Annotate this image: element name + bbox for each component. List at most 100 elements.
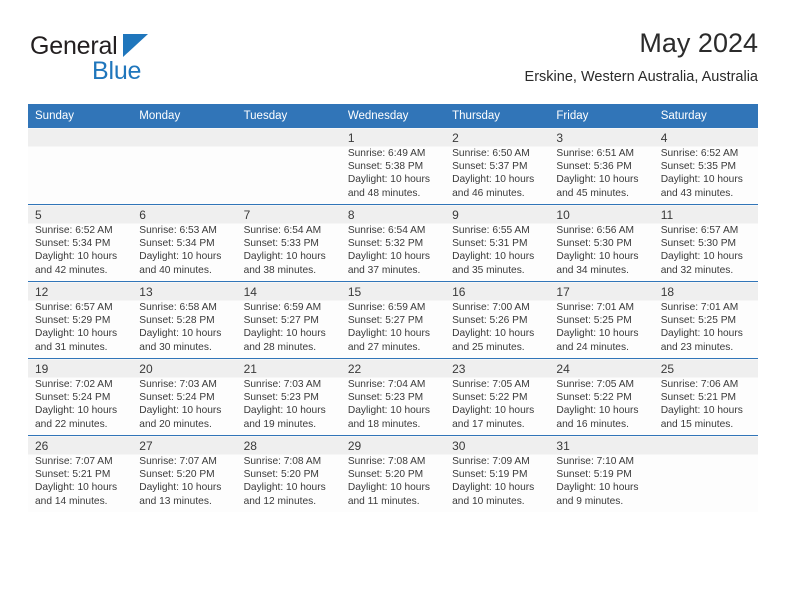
calendar-day-cell[interactable]: 7 Sunrise: 6:54 AM Sunset: 5:33 PM Daylight… <box>236 204 341 282</box>
day-sunrise-text: Sunrise: 6:55 AM <box>452 225 530 236</box>
calendar-day-cell[interactable]: 17 Sunrise: 7:01 AM Sunset: 5:25 PM Dayligh… <box>549 281 654 359</box>
location-subtitle: Erskine, Western Australia, Australia <box>524 69 758 85</box>
day-daylight2-text: and 11 minutes. <box>347 495 420 507</box>
day-daylight1-text: Daylight: 10 hours <box>556 328 639 340</box>
day-sunset-text: Sunset: 5:22 PM <box>556 392 632 404</box>
day-daylight1-text: Daylight: 10 hours <box>556 174 639 186</box>
calendar-day-cell[interactable]: 26 Sunrise: 7:07 AM Sunset: 5:21 PM Dayligh… <box>28 435 133 512</box>
day-number: 30 <box>452 439 466 453</box>
calendar-day-cell[interactable]: 15 Sunrise: 6:59 AM Sunset: 5:27 PM Dayligh… <box>340 281 446 359</box>
day-daylight2-text: and 19 minutes. <box>243 418 317 430</box>
brand-logo[interactable]: General Blue <box>30 32 210 94</box>
calendar-day-cell[interactable]: 30 Sunrise: 7:09 AM Sunset: 5:19 PM Dayligh… <box>445 435 550 512</box>
day-sunrise-text: Sunrise: 6:49 AM <box>347 148 426 159</box>
calendar-day-cell[interactable]: 4 Sunrise: 6:52 AM Sunset: 5:35 PM Daylight… <box>653 127 758 205</box>
day-sunrise-text: Sunrise: 6:52 AM <box>660 148 739 159</box>
day-sun-info: Sunrise: 6:59 AM Sunset: 5:27 PM Daylight:… <box>237 300 341 354</box>
calendar-day-cell-empty <box>653 435 758 512</box>
brand-name-general: General <box>30 32 118 60</box>
day-sunset-text: Sunset: 5:21 PM <box>35 469 111 481</box>
calendar-day-cell[interactable]: 24 Sunrise: 7:05 AM Sunset: 5:22 PM Dayligh… <box>549 358 654 436</box>
day-sun-info: Sunrise: 6:57 AM Sunset: 5:29 PM Daylight:… <box>28 300 132 354</box>
day-sunrise-text: Sunrise: 6:53 AM <box>139 225 217 236</box>
day-daylight1-text: Daylight: 10 hours <box>35 482 118 494</box>
day-daylight1-text: Daylight: 10 hours <box>452 251 535 263</box>
calendar-day-cell[interactable]: 13 Sunrise: 6:58 AM Sunset: 5:28 PM Dayligh… <box>132 281 237 359</box>
day-sun-info: Sunrise: 6:58 AM Sunset: 5:28 PM Daylight:… <box>132 300 236 354</box>
calendar-day-cell[interactable]: 27 Sunrise: 7:07 AM Sunset: 5:20 PM Dayligh… <box>132 435 237 512</box>
calendar-day-cell[interactable]: 18 Sunrise: 7:01 AM Sunset: 5:25 PM Dayligh… <box>653 281 758 359</box>
calendar-day-cell[interactable]: 16 Sunrise: 7:00 AM Sunset: 5:26 PM Dayligh… <box>445 281 550 359</box>
day-sunset-text: Sunset: 5:33 PM <box>243 238 319 250</box>
calendar-day-cell[interactable]: 5 Sunrise: 6:52 AM Sunset: 5:34 PM Daylight… <box>28 204 133 282</box>
day-daylight1-text: Daylight: 10 hours <box>660 174 743 186</box>
calendar-day-cell[interactable]: 28 Sunrise: 7:08 AM Sunset: 5:20 PM Dayligh… <box>236 435 341 512</box>
day-number: 15 <box>347 285 362 299</box>
day-daylight2-text: and 22 minutes. <box>35 418 108 430</box>
day-daylight1-text: Daylight: 10 hours <box>347 328 430 340</box>
calendar-day-cell[interactable]: 19 Sunrise: 7:02 AM Sunset: 5:24 PM Dayligh… <box>28 358 133 436</box>
weekday-headers: Sunday Monday Tuesday Wednesday Thursday Frid… <box>28 104 758 128</box>
day-sunset-text: Sunset: 5:19 PM <box>556 469 632 481</box>
calendar-day-cell[interactable]: 20 Sunrise: 7:03 AM Sunset: 5:24 PM Dayligh… <box>132 358 237 436</box>
brand-name-blue: Blue <box>92 57 142 85</box>
day-sun-info: Sunrise: 6:59 AM Sunset: 5:27 PM Daylight:… <box>341 300 445 354</box>
day-number: 13 <box>139 285 153 299</box>
calendar-day-cell[interactable]: 10 Sunrise: 6:56 AM Sunset: 5:30 PM Dayligh… <box>549 204 654 282</box>
calendar-day-cell[interactable]: 9 Sunrise: 6:55 AM Sunset: 5:31 PM Daylight… <box>445 204 550 282</box>
day-sunset-text: Sunset: 5:29 PM <box>35 315 111 327</box>
calendar-week-row: 5 Sunrise: 6:52 AM Sunset: 5:34 PM Daylight… <box>28 204 758 282</box>
day-daylight1-text: Daylight: 10 hours <box>556 405 639 417</box>
day-number: 19 <box>35 362 49 376</box>
weekday-header-tuesday: Tuesday <box>236 104 341 128</box>
day-sun-info: Sunrise: 7:10 AM Sunset: 5:19 PM Daylight:… <box>549 454 653 508</box>
day-daylight2-text: and 24 minutes. <box>556 341 629 353</box>
day-sunset-text: Sunset: 5:34 PM <box>139 238 215 250</box>
day-sun-info: Sunrise: 6:50 AM Sunset: 5:37 PM Daylight:… <box>445 146 549 200</box>
weekday-header-friday: Friday <box>549 104 654 128</box>
day-number: 12 <box>35 285 49 299</box>
day-daylight2-text: and 13 minutes. <box>139 495 212 507</box>
day-sunset-text: Sunset: 5:27 PM <box>347 315 424 327</box>
calendar-day-cell[interactable]: 8 Sunrise: 6:54 AM Sunset: 5:32 PM Daylight… <box>340 204 446 282</box>
day-sun-info: Sunrise: 6:56 AM Sunset: 5:30 PM Daylight:… <box>549 223 653 277</box>
day-sunrise-text: Sunrise: 6:54 AM <box>347 225 426 236</box>
day-sun-info: Sunrise: 7:01 AM Sunset: 5:25 PM Daylight:… <box>654 300 758 354</box>
calendar-day-cell[interactable]: 14 Sunrise: 6:59 AM Sunset: 5:27 PM Dayligh… <box>236 281 341 359</box>
day-sun-info: Sunrise: 7:09 AM Sunset: 5:19 PM Daylight:… <box>445 454 549 508</box>
day-number: 18 <box>660 285 675 299</box>
calendar-day-cell[interactable]: 29 Sunrise: 7:08 AM Sunset: 5:20 PM Dayligh… <box>340 435 446 512</box>
calendar-day-cell[interactable]: 6 Sunrise: 6:53 AM Sunset: 5:34 PM Daylight… <box>132 204 237 282</box>
day-sunset-text: Sunset: 5:24 PM <box>139 392 215 404</box>
day-sunset-text: Sunset: 5:28 PM <box>139 315 215 327</box>
calendar-day-cell[interactable]: 25 Sunrise: 7:06 AM Sunset: 5:21 PM Dayligh… <box>653 358 758 436</box>
day-sun-info: Sunrise: 6:49 AM Sunset: 5:38 PM Daylight:… <box>341 146 445 200</box>
calendar-day-cell[interactable]: 12 Sunrise: 6:57 AM Sunset: 5:29 PM Dayligh… <box>28 281 133 359</box>
day-sun-info: Sunrise: 7:02 AM Sunset: 5:24 PM Daylight:… <box>28 377 132 431</box>
day-daylight1-text: Daylight: 10 hours <box>452 405 535 417</box>
calendar-day-cell[interactable]: 23 Sunrise: 7:05 AM Sunset: 5:22 PM Dayligh… <box>445 358 550 436</box>
calendar-day-cell[interactable]: 1 Sunrise: 6:49 AM Sunset: 5:38 PM Daylight… <box>340 127 446 205</box>
calendar-day-cell[interactable]: 2 Sunrise: 6:50 AM Sunset: 5:37 PM Daylight… <box>445 127 550 205</box>
day-sunrise-text: Sunrise: 7:03 AM <box>139 379 217 390</box>
calendar-day-cell[interactable]: 11 Sunrise: 6:57 AM Sunset: 5:30 PM Dayligh… <box>653 204 758 282</box>
calendar-day-cell[interactable]: 3 Sunrise: 6:51 AM Sunset: 5:36 PM Daylight… <box>549 127 654 205</box>
day-daylight1-text: Daylight: 10 hours <box>139 328 222 340</box>
day-sunset-text: Sunset: 5:37 PM <box>452 161 528 173</box>
calendar-day-cell[interactable]: 22 Sunrise: 7:04 AM Sunset: 5:23 PM Dayligh… <box>340 358 446 436</box>
day-daylight1-text: Daylight: 10 hours <box>347 405 430 417</box>
day-sun-info: Sunrise: 7:03 AM Sunset: 5:23 PM Daylight:… <box>237 377 341 431</box>
day-sunrise-text: Sunrise: 7:08 AM <box>243 456 322 467</box>
day-daylight1-text: Daylight: 10 hours <box>139 251 222 263</box>
day-daylight2-text: and 38 minutes. <box>243 264 317 276</box>
day-number: 7 <box>243 208 251 222</box>
calendar-day-cell[interactable]: 21 Sunrise: 7:03 AM Sunset: 5:23 PM Dayligh… <box>236 358 341 436</box>
calendar-day-cell[interactable]: 31 Sunrise: 7:10 AM Sunset: 5:19 PM Dayligh… <box>549 435 654 512</box>
day-sunrise-text: Sunrise: 7:07 AM <box>139 456 217 467</box>
day-sun-info: Sunrise: 7:06 AM Sunset: 5:21 PM Daylight:… <box>654 377 758 431</box>
day-daylight2-text: and 48 minutes. <box>347 187 421 199</box>
page-header: General Blue May 2024 Erskine, Western A… <box>28 26 758 98</box>
day-daylight1-text: Daylight: 10 hours <box>35 251 118 263</box>
day-daylight2-text: and 34 minutes. <box>556 264 629 276</box>
day-number: 28 <box>243 439 257 453</box>
